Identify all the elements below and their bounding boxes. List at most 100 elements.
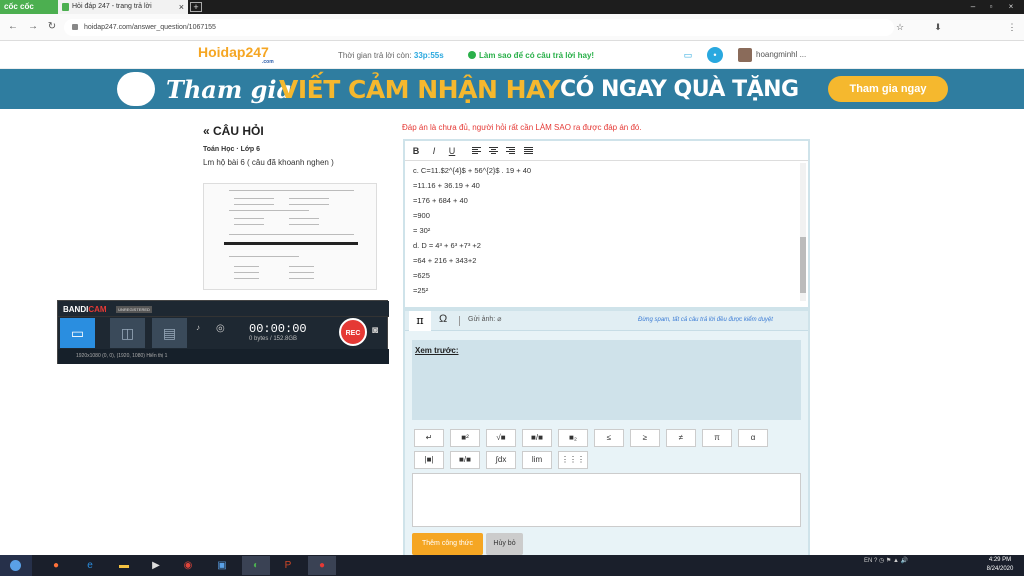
- math-sqrt-button[interactable]: √■: [486, 429, 516, 447]
- tab-omega[interactable]: Ω: [439, 313, 447, 325]
- coccoc-icon[interactable]: ◐: [242, 556, 270, 575]
- start-button[interactable]: [0, 555, 32, 576]
- join-now-button[interactable]: Tham gia ngay: [828, 76, 948, 102]
- forward-button[interactable]: →: [26, 20, 40, 34]
- math-matrix-button[interactable]: ⋮⋮⋮: [558, 451, 588, 469]
- answer-line: =64 + 216 + 343+2: [413, 256, 477, 265]
- explorer-icon[interactable]: ▬: [110, 556, 138, 575]
- bell-icon[interactable]: •: [707, 47, 723, 63]
- editor-toolbar: [405, 141, 808, 161]
- scrollbar-thumb[interactable]: [800, 237, 806, 293]
- math-geq-button[interactable]: ≥: [630, 429, 660, 447]
- math-pi-button[interactable]: π: [702, 429, 732, 447]
- menu-icon[interactable]: ⋮: [1006, 21, 1018, 33]
- url-field[interactable]: hoidap247.com/answer_question/1067155: [64, 19, 894, 36]
- promo-banner[interactable]: Tham gia VIẾT CẢM NHẬN HAY CÓ NGAY QUÀ T…: [0, 69, 1024, 109]
- username[interactable]: hoangminhl ...: [756, 50, 806, 59]
- bandicam-titlebar[interactable]: [58, 301, 389, 317]
- upload-label: Gửi ảnh:: [468, 316, 496, 323]
- question-image[interactable]: [203, 183, 377, 290]
- justify-icon[interactable]: [524, 147, 533, 155]
- math-subscript-button[interactable]: ■₂: [558, 429, 588, 447]
- align-left-icon[interactable]: [472, 147, 481, 155]
- reload-button[interactable]: ↻: [45, 20, 59, 34]
- avatar[interactable]: [738, 48, 752, 62]
- bold-button[interactable]: B: [411, 146, 421, 156]
- underline-button[interactable]: U: [447, 146, 457, 156]
- close-window-button[interactable]: ×: [1004, 0, 1018, 14]
- maximize-button[interactable]: ▫: [984, 0, 998, 14]
- hdmi-mode-icon[interactable]: ▤: [152, 318, 187, 348]
- math-binom-button[interactable]: ■/■: [450, 451, 480, 469]
- clock-date: 8/24/2020: [986, 566, 1014, 572]
- align-right-icon[interactable]: [506, 147, 515, 155]
- answer-line: =625: [413, 271, 430, 280]
- math-neq-button[interactable]: ≠: [666, 429, 696, 447]
- app-icon[interactable]: ▣: [208, 556, 236, 575]
- logo-text: Hoidap247: [198, 44, 269, 60]
- clock-time: 4:29 PM: [988, 557, 1012, 563]
- bandicam-logo: BANDICAM: [63, 305, 107, 314]
- record-size: 0 bytes / 152.8GB: [249, 336, 298, 342]
- back-button[interactable]: ←: [6, 20, 20, 34]
- math-limit-button[interactable]: lim: [522, 451, 552, 469]
- timer: Thời gian trả lời còn: 33p:55s: [338, 51, 444, 60]
- math-leq-button[interactable]: ≤: [594, 429, 624, 447]
- mic-icon[interactable]: ♪: [196, 323, 200, 332]
- italic-button[interactable]: I: [429, 146, 439, 156]
- math-newline-button[interactable]: ↵: [414, 429, 444, 447]
- browser-tab[interactable]: Hỏi đáp 247 - trang trả lời ×: [58, 0, 188, 14]
- camera-icon[interactable]: ◙: [372, 325, 378, 336]
- align-center-icon[interactable]: [489, 147, 498, 155]
- preview-label: Xem trước:: [415, 346, 459, 355]
- media-icon[interactable]: ▶: [142, 556, 170, 575]
- powerpoint-icon[interactable]: P: [274, 556, 302, 575]
- minimize-button[interactable]: –: [966, 0, 980, 14]
- system-tray[interactable]: EN ? ◷ ⚑ ▲ 🔊: [864, 557, 908, 564]
- screen-mode-icon[interactable]: ▭: [60, 318, 95, 348]
- url-text: hoidap247.com/answer_question/1067155: [84, 24, 216, 31]
- rec-button[interactable]: REC: [339, 318, 367, 346]
- banner-text-1: Tham gia: [166, 75, 293, 104]
- new-tab-button[interactable]: +: [190, 2, 202, 12]
- game-mode-icon[interactable]: ◫: [110, 318, 145, 348]
- clock[interactable]: 4:29 PM 8/24/2020: [980, 556, 1020, 574]
- divider: [459, 316, 460, 326]
- logo-sub: .com: [262, 59, 274, 65]
- question-subject: Toán Học · Lớp 6: [203, 146, 260, 153]
- chat-icon[interactable]: ▭: [680, 47, 696, 63]
- site-logo[interactable]: Hoidap247 .com: [198, 44, 274, 65]
- answer-line: c. C=11.$2^{4}$ + 56^{2}$ . 19 + 40: [413, 166, 532, 175]
- howto-link[interactable]: Làm sao để có câu trả lời hay!: [468, 51, 594, 60]
- cancel-button[interactable]: Hủy bỏ: [486, 533, 523, 555]
- bandicam-status: 1920x1080 (0, 0), (1920, 1080) Hiển thị …: [58, 349, 389, 364]
- spam-note: Đừng spam, tất cả câu trả lời đều được k…: [638, 317, 773, 323]
- formula-input[interactable]: [412, 473, 801, 527]
- tab-close-icon[interactable]: ×: [179, 0, 184, 14]
- add-formula-button[interactable]: Thêm công thức: [412, 533, 483, 555]
- record-time: 00:00:00: [249, 322, 307, 336]
- site-favicon-icon: [62, 3, 69, 11]
- answer-line: =900: [413, 211, 430, 220]
- unregistered-badge: UNREGISTERED: [116, 306, 152, 313]
- tab-pi[interactable]: π: [409, 311, 431, 331]
- math-abs-button[interactable]: |■|: [414, 451, 444, 469]
- bandicam-task-icon[interactable]: ●: [308, 556, 336, 575]
- editor-content[interactable]: c. C=11.$2^{4}$ + 56^{2}$ . 19 + 40 =11.…: [413, 163, 793, 298]
- math-power-button[interactable]: ■²: [450, 429, 480, 447]
- ie-icon[interactable]: e: [76, 556, 104, 575]
- math-alpha-button[interactable]: α: [738, 429, 768, 447]
- question-text: Lm hộ bài 6 ( câu đã khoanh nghen ): [203, 158, 334, 167]
- math-integral-button[interactable]: ∫dx: [486, 451, 516, 469]
- question-heading: « CÂU HỎI: [203, 124, 264, 138]
- bandicam-window[interactable]: BANDICAM UNREGISTERED ▭ ◫ ▤ ♪ ◎ 00:00:00…: [57, 300, 389, 364]
- upload-image[interactable]: Gửi ảnh: ⌀: [468, 315, 501, 323]
- chrome-icon[interactable]: ◉: [174, 556, 202, 575]
- math-fraction-button[interactable]: ■/■: [522, 429, 552, 447]
- bookmark-star-icon[interactable]: ☆: [894, 21, 906, 33]
- firefox-icon[interactable]: ●: [42, 556, 70, 575]
- webcam-icon[interactable]: ◎: [216, 323, 225, 334]
- browser-brand[interactable]: cốc cốc: [0, 0, 58, 14]
- lock-icon: [72, 24, 78, 30]
- download-icon[interactable]: ⬇: [932, 21, 944, 33]
